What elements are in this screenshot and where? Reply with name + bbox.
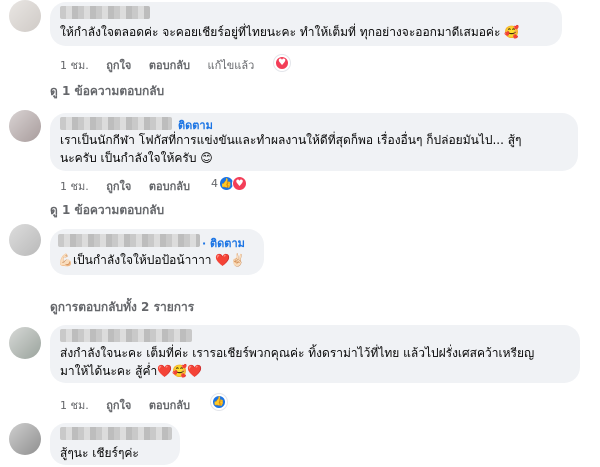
view-replies-link[interactable]: ดู 1 ข้อความตอบกลับ (50, 201, 164, 220)
view-replies-link[interactable]: ดู 1 ข้อความตอบกลับ (50, 82, 164, 101)
comment-bubble: ติดตาม เราเป็นนักกีฬา โฟกัสที่การแข่งขัน… (50, 113, 578, 171)
commenter-avatar[interactable] (9, 0, 41, 32)
reaction-count[interactable]: 4 (211, 177, 218, 190)
commenter-avatar[interactable] (9, 110, 41, 142)
comment-text: มาให้ได้นะคะ สู้ค่ำ❤️🥰❤️ (60, 364, 203, 378)
commenter-name-blurred[interactable] (60, 427, 172, 440)
reply-button[interactable]: ตอบกลับ (149, 399, 190, 412)
comment-actions: 1 ชม. ถูกใจ ตอบกลับ (60, 177, 190, 195)
heart-reaction-icon[interactable]: ♥ (274, 55, 290, 71)
comment-time[interactable]: 1 ชม. (60, 180, 89, 193)
commenter-name-blurred[interactable] (60, 329, 192, 342)
commenter-avatar[interactable] (9, 423, 41, 455)
comment-text: เราเป็นนักกีฬา โฟกัสที่การแข่งขันและทำผล… (60, 133, 522, 147)
comment-text: 💪🏻เป็นกำลังใจให้ปอป้อน้าาาา ❤️✌🏻 (58, 253, 246, 267)
view-replies-link[interactable]: ดูการตอบกลับทั้ง 2 รายการ (50, 298, 194, 317)
comment-bubble: ให้กำลังใจตลอดค่ะ จะคอยเชียร์อยู่ที่ไทยน… (50, 2, 562, 46)
comment-bubble: สู้ๆนะ เชียร์ๆค่ะ (50, 423, 180, 465)
commenter-name-blurred[interactable] (60, 117, 172, 130)
comment-actions: 1 ชม. ถูกใจ ตอบกลับ (60, 396, 190, 414)
commenter-avatar[interactable] (9, 224, 41, 256)
comment-text: สู้ๆนะ เชียร์ๆค่ะ (60, 446, 139, 460)
comment-text: นะครับ เป็นกำลังใจให้ครับ 😊 (60, 151, 213, 165)
edited-label: แก้ไขแล้ว (207, 59, 255, 72)
commenter-name-blurred[interactable] (60, 6, 150, 19)
reply-button[interactable]: ตอบกลับ (149, 180, 190, 193)
like-button[interactable]: ถูกใจ (106, 399, 131, 412)
comment-actions: 1 ชม. ถูกใจ ตอบกลับ แก้ไขแล้ว (60, 56, 254, 74)
like-button[interactable]: ถูกใจ (106, 180, 131, 193)
comment-bubble: · ติดตาม 💪🏻เป็นกำลังใจให้ปอป้อน้าาาา ❤️✌… (50, 229, 264, 275)
like-button[interactable]: ถูกใจ (106, 59, 131, 72)
commenter-avatar[interactable] (9, 327, 41, 359)
reply-button[interactable]: ตอบกลับ (149, 59, 190, 72)
heart-reaction-icon[interactable]: ♥ (232, 176, 247, 191)
comment-text: ให้กำลังใจตลอดค่ะ จะคอยเชียร์อยู่ที่ไทยน… (60, 25, 520, 39)
commenter-name-blurred[interactable] (58, 234, 200, 247)
like-reaction-icon[interactable]: 👍 (211, 394, 227, 410)
comment-bubble: ส่งกำลังใจนะคะ เต็มที่ค่ะ เรารอเชียร์พวก… (50, 325, 580, 383)
comment-time[interactable]: 1 ชม. (60, 59, 89, 72)
comment-text: ส่งกำลังใจนะคะ เต็มที่ค่ะ เรารอเชียร์พวก… (60, 346, 535, 360)
follow-link[interactable]: · ติดตาม (202, 234, 245, 252)
comment-time[interactable]: 1 ชม. (60, 399, 89, 412)
